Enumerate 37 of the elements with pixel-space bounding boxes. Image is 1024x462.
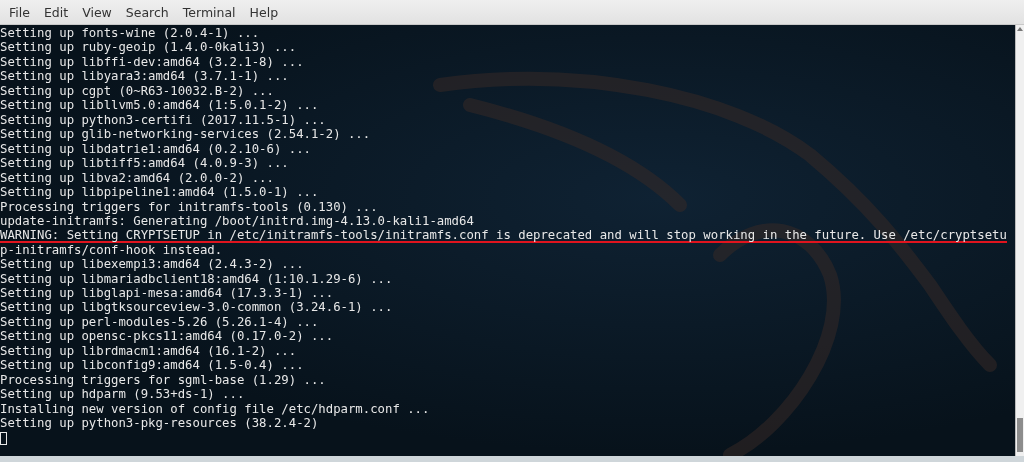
terminal-line: Setting up python3-pkg-resources (38.2.4-2) [0,416,319,431]
terminal-line: Setting up libpipeline1:amd64 (1.5.0-1) ... [0,185,319,200]
terminal-line: Setting up libglapi-mesa:amd64 (17.3.3-1) ... [0,285,334,301]
terminal-line: Setting up glib-networking-services (2.54.1-2) ... [0,127,371,142]
menu-item[interactable]: View [75,2,119,22]
menu-item[interactable]: File [2,2,37,22]
terminal-line: Setting up libllvm5.0:amd64 (1:5.0.1-2) ... [0,98,319,113]
terminal-line: Setting up libconfig9:amd64 (1.5-0.4) ... [0,358,304,373]
terminal-line: Setting up ruby-geoip (1.4.0-0kali3) ... [0,40,297,55]
menu-item[interactable]: Search [118,2,176,22]
terminal-line: Setting up hdparm (9.53+ds-1) ... [0,387,245,402]
menu-item[interactable]: Help [242,2,286,22]
terminal-line: Setting up python3-certifi (2017.11.5-1) ... [0,112,326,128]
terminal-line: Installing new version of config file /etc/hdparm.conf ... [0,401,430,417]
terminal-line: Setting up libgtksourceview-3.0-common (3.24.6-1) ... [0,300,393,315]
terminal-line: Setting up fonts-wine (2.0.4-1) ... [0,26,260,41]
scrollbar-thumb[interactable] [1017,418,1023,452]
menu-item[interactable]: Edit [36,2,76,22]
terminal-line: Setting up perl-modules-5.26 (5.26.1-4) ... [0,314,319,330]
scrollbar[interactable] [1015,25,1024,456]
terminal-line: Setting up libtiff5:amd64 (4.0.9-3) ... [0,156,289,171]
terminal-line: Setting up libexempi3:amd64 (2.4.3-2) ... [0,257,304,272]
terminal-line: Setting up libyara3:amd64 (3.7.1-1) ... [0,69,289,84]
terminal-line: Setting up librdmacm1:amd64 (16.1-2) ... [0,343,297,359]
terminal-line: p-initramfs/conf-hook instead. [0,242,223,258]
terminal-line: Setting up libffi-dev:amd64 (3.2.1-8) ... [0,54,304,70]
terminal-line: Setting up cgpt (0~R63-10032.B-2) ... [0,83,274,99]
terminal-line: Processing triggers for sgml-base (1.29) ... [0,372,326,388]
terminal-line: Setting up libmariadbclient18:amd64 (1:10.1.29-6) ... [0,271,393,286]
terminal-line: Processing triggers for initramfs-tools (0.130) ... [0,199,378,215]
terminal-line: Setting up libva2:amd64 (2.0.0-2) ... [0,170,274,186]
terminal-line: Setting up opensc-pkcs11:amd64 (0.17.0-2) ... [0,329,334,344]
menu-item[interactable]: Terminal [175,2,243,22]
terminal-line: WARNING: Setting CRYPTSETUP in /etc/initramfs-tools/initramfs.conf is deprecated and will stop working in the future. Use /etc/cryptsetu [0,228,1007,243]
terminal-line: Setting up libdatrie1:amd64 (0.2.10-6) ... [0,141,311,157]
terminal-line: update-initramfs: Generating /boot/initrd.img-4.13.0-kali1-amd64 [0,214,474,229]
text-cursor [0,431,7,445]
